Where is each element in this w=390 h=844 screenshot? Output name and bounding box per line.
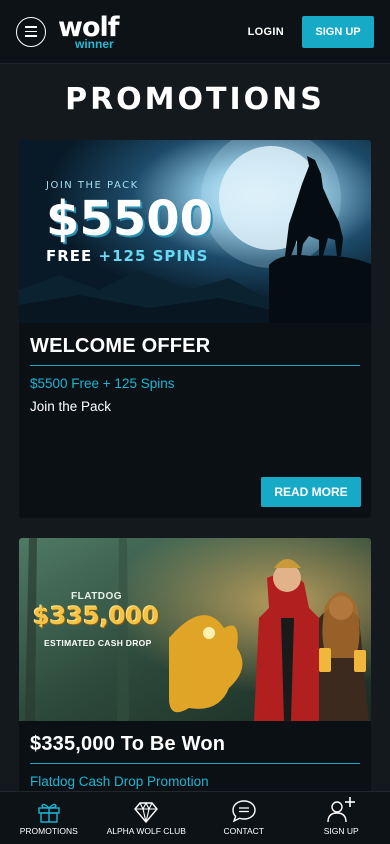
banner-caption: ESTIMATED CASH DROP [44,638,152,648]
banner-tagline: JOIN THE PACK [46,180,139,191]
promo-card-flatdog: FLATDOG $335,000 ESTIMATED CASH DROP $33… [19,538,371,798]
promo-subtitle: $5500 Free + 125 Spins [30,376,175,391]
banner-amount: $335,000 [33,602,160,630]
banner-free-line: FREE +125 SPINS [46,247,213,265]
nav-promotions[interactable]: PROMOTIONS [0,792,98,844]
promo-title: $335,000 To Be Won [30,733,360,764]
banner-amount: $5500 [46,191,213,247]
promo-title: WELCOME OFFER [30,335,360,366]
gift-icon [38,803,60,823]
promo-banner-welcome[interactable]: JOIN THE PACK $5500 FREE +125 SPINS [19,140,371,323]
nav-label: SIGN UP [323,826,359,836]
add-user-icon [327,797,356,823]
welcome-banner-text: JOIN THE PACK $5500 FREE +125 SPINS [46,180,213,265]
banner-brand: FLATDOG [71,591,123,602]
nav-sign-up[interactable]: SIGN UP [293,792,390,844]
nav-alpha-wolf-club[interactable]: ALPHA WOLF CLUB [98,792,196,844]
signup-button[interactable]: SIGN UP [302,15,374,48]
login-link[interactable]: LOGIN [248,26,284,38]
nav-contact[interactable]: CONTACT [195,792,293,844]
promo-subtitle: Flatdog Cash Drop Promotion [30,774,209,789]
bottom-navigation: PROMOTIONS ALPHA WOLF CLUB CONTACT SIGN … [0,791,390,844]
promo-card-body: WELCOME OFFER $5500 Free + 125 Spins Joi… [19,323,371,426]
site-logo[interactable]: wolf winner [58,14,119,50]
page-title: PROMOTIONS [65,82,325,117]
nav-label: ALPHA WOLF CLUB [106,826,186,836]
read-more-button[interactable]: READ MORE [261,477,361,507]
promo-card-body: $335,000 To Be Won Flatdog Cash Drop Pro… [19,721,371,798]
nav-label: CONTACT [223,826,264,836]
logo-subtext: winner [75,36,114,51]
banner-free: FREE [46,247,93,265]
promo-description: Join the Pack [30,399,112,414]
nav-label: PROMOTIONS [19,826,78,836]
top-header: wolf winner LOGIN SIGN UP [0,0,390,64]
hamburger-menu-button[interactable] [16,16,46,47]
promo-card-welcome: JOIN THE PACK $5500 FREE +125 SPINS WELC… [19,140,371,518]
diamond-icon [134,801,159,823]
banner-spins: +125 SPINS [98,247,209,265]
promo-banner-flatdog[interactable]: FLATDOG $335,000 ESTIMATED CASH DROP [19,538,371,721]
chat-icon [232,800,256,823]
